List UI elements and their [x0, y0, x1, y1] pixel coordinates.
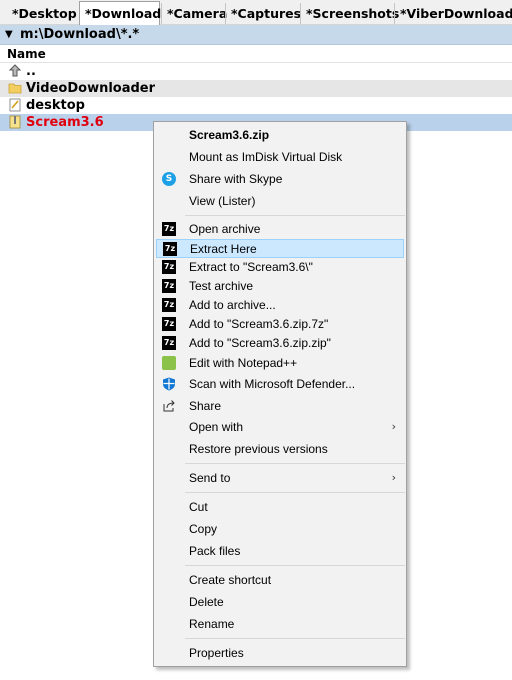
menu-item-properties[interactable]: Properties — [156, 644, 404, 663]
7zip-icon: 7z — [162, 260, 176, 274]
dropdown-triangle-icon[interactable]: ▼ — [5, 29, 13, 40]
file-name: Scream3.6 — [26, 115, 104, 130]
tab-camera[interactable]: *Camera — [161, 3, 227, 24]
context-menu: Scream3.6.zip Mount as ImDisk Virtual Di… — [153, 121, 407, 667]
tab-bar: *Desktop *Download *Camera *Captures *Sc… — [0, 0, 512, 25]
notepadpp-icon — [162, 356, 176, 370]
menu-item-title[interactable]: Scream3.6.zip — [156, 126, 404, 145]
menu-item-extract-to[interactable]: 7z Extract to "Scream3.6\" — [156, 258, 404, 277]
file-name: desktop — [26, 98, 85, 113]
tab-desktop[interactable]: *Desktop — [7, 3, 77, 24]
menu-item-view-lister[interactable]: View (Lister) — [156, 192, 404, 211]
menu-item-delete[interactable]: Delete — [156, 593, 404, 612]
tab-download[interactable]: *Download — [79, 1, 161, 25]
menu-item-cut[interactable]: Cut — [156, 498, 404, 517]
skype-icon: S — [162, 172, 176, 186]
zip-file-icon — [9, 115, 21, 129]
list-item-folder[interactable]: VideoDownloader — [0, 80, 512, 97]
menu-item-add-7z[interactable]: 7z Add to "Scream3.6.zip.7z" — [156, 315, 404, 334]
menu-item-send-to[interactable]: Send to › — [156, 469, 404, 488]
7zip-icon: 7z — [162, 336, 176, 350]
defender-shield-icon — [163, 377, 175, 391]
menu-item-open-archive[interactable]: 7z Open archive — [156, 220, 404, 239]
current-path: m:\Download\*.* — [20, 27, 140, 42]
menu-item-test-archive[interactable]: 7z Test archive — [156, 277, 404, 296]
menu-item-pack-files[interactable]: Pack files — [156, 542, 404, 561]
column-header-name[interactable]: Name — [7, 47, 46, 61]
tab-viberdownloads[interactable]: *ViberDownloads — [394, 3, 512, 24]
submenu-arrow-icon: › — [391, 420, 396, 433]
menu-item-add-to-archive[interactable]: 7z Add to archive... — [156, 296, 404, 315]
menu-separator — [185, 565, 405, 566]
menu-item-mount[interactable]: Mount as ImDisk Virtual Disk — [156, 148, 404, 167]
list-item-file[interactable]: desktop — [0, 97, 512, 114]
menu-item-extract-here[interactable]: 7z Extract Here — [156, 239, 404, 258]
menu-separator — [185, 638, 405, 639]
7zip-icon: 7z — [163, 242, 177, 256]
column-header[interactable]: Name — [0, 45, 512, 63]
menu-item-rename[interactable]: Rename — [156, 615, 404, 634]
tab-screenshots[interactable]: *Screenshots — [300, 3, 399, 24]
file-name: .. — [26, 64, 36, 79]
menu-item-scan-defender[interactable]: Scan with Microsoft Defender... — [156, 375, 404, 394]
menu-separator — [185, 492, 405, 493]
menu-item-restore-versions[interactable]: Restore previous versions — [156, 440, 404, 459]
submenu-arrow-icon: › — [391, 471, 396, 484]
folder-icon — [8, 83, 22, 94]
menu-item-create-shortcut[interactable]: Create shortcut — [156, 571, 404, 590]
up-dir-icon — [8, 64, 22, 77]
menu-separator — [185, 463, 405, 464]
menu-item-edit-notepadpp[interactable]: Edit with Notepad++ — [156, 354, 404, 373]
path-bar[interactable]: ▼ m:\Download\*.* — [0, 25, 512, 45]
menu-item-share-skype[interactable]: S Share with Skype — [156, 170, 404, 189]
share-icon — [163, 400, 175, 412]
7zip-icon: 7z — [162, 279, 176, 293]
menu-item-open-with[interactable]: Open with › — [156, 418, 404, 437]
menu-separator — [185, 215, 405, 216]
list-item-parent[interactable]: .. — [0, 63, 512, 80]
7zip-icon: 7z — [162, 317, 176, 331]
file-name: VideoDownloader — [26, 81, 156, 96]
ini-file-icon — [9, 98, 21, 112]
menu-item-copy[interactable]: Copy — [156, 520, 404, 539]
menu-item-add-zip[interactable]: 7z Add to "Scream3.6.zip.zip" — [156, 334, 404, 353]
tab-captures[interactable]: *Captures — [225, 3, 301, 24]
7zip-icon: 7z — [162, 298, 176, 312]
menu-item-share[interactable]: Share — [156, 397, 404, 416]
7zip-icon: 7z — [162, 222, 176, 236]
